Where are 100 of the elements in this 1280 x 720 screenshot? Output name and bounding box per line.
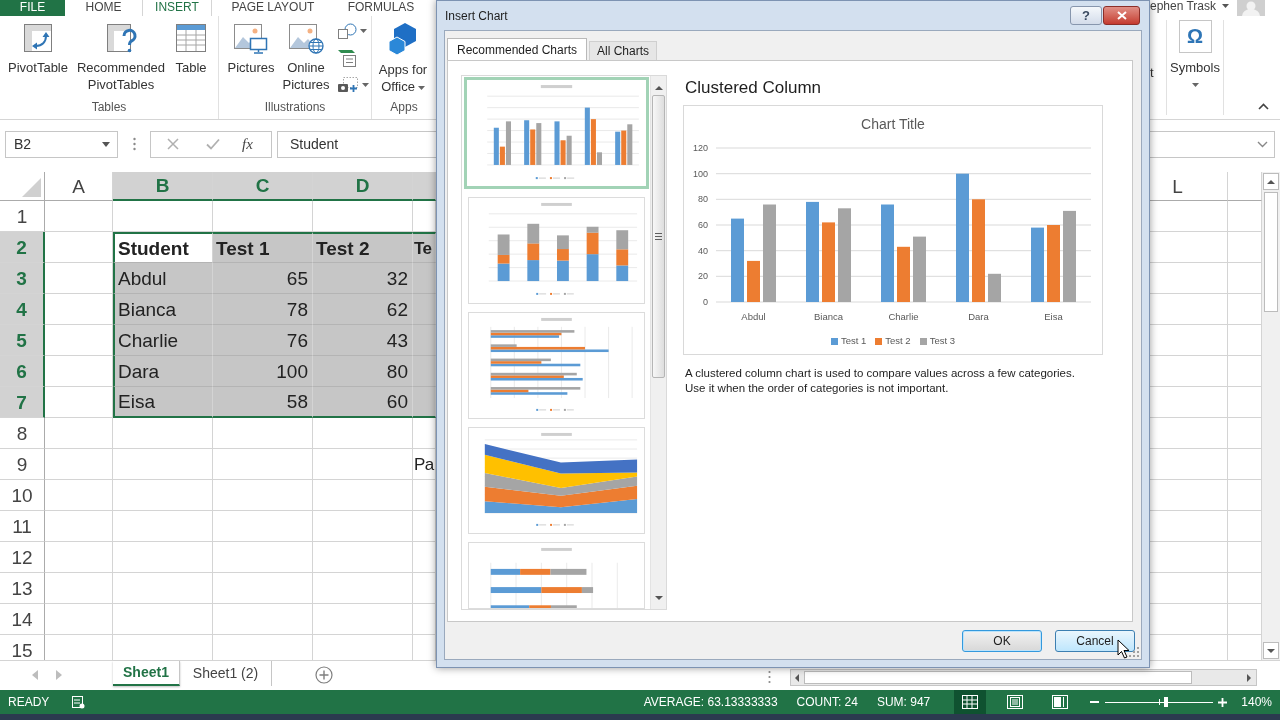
table-cell <box>45 573 113 604</box>
vertical-scrollbar[interactable] <box>1262 172 1280 660</box>
horizontal-scrollbar[interactable] <box>790 669 1257 686</box>
help-button[interactable]: ? <box>1070 6 1102 25</box>
up-arrow-icon[interactable] <box>654 86 663 90</box>
cancel-icon[interactable] <box>167 138 179 150</box>
row-header[interactable]: 10 <box>0 480 45 511</box>
up-arrow-icon[interactable] <box>1267 179 1275 184</box>
dialog-title: Insert Chart <box>445 7 508 25</box>
insert-function-button[interactable]: fx <box>242 136 253 152</box>
plus-icon[interactable] <box>1218 697 1228 707</box>
ribbon-button-label[interactable]: t <box>1150 65 1154 80</box>
description-text: A clustered column chart is used to compare values across a few categories. <box>685 366 1076 381</box>
symbols-button[interactable]: Ω Symbols <box>1167 16 1223 119</box>
down-arrow-icon[interactable] <box>1267 648 1275 653</box>
table-cell: Charlie <box>113 325 213 356</box>
chart-type-thumbnail[interactable] <box>467 542 645 609</box>
ribbon-tab[interactable]: HOME <box>65 0 142 16</box>
ribbon-button[interactable]: Table <box>170 22 212 76</box>
zoom-slider[interactable] <box>1105 696 1214 708</box>
right-arrow-icon[interactable] <box>1247 673 1251 682</box>
check-icon[interactable] <box>206 138 220 150</box>
ribbon-button[interactable]: Recommended PivotTables <box>75 22 167 93</box>
macro-icon[interactable] <box>71 695 86 709</box>
legend-label: Test 2 <box>885 333 911 348</box>
table-cell <box>45 542 113 573</box>
resize-grip-icon[interactable] <box>1129 647 1140 658</box>
scrollbar-thumb[interactable] <box>652 95 665 378</box>
sheet-tab[interactable]: Sheet1 (2) <box>180 661 272 686</box>
left-arrow-icon[interactable] <box>795 673 799 682</box>
ribbon-button[interactable]: PivotTable <box>4 22 72 76</box>
dialog-tab[interactable]: Recommended Charts <box>447 38 587 60</box>
table-cell <box>413 480 436 511</box>
zoom-level[interactable]: 140% <box>1241 693 1272 711</box>
table-cell: Pa <box>413 449 436 480</box>
ribbon-icon-button[interactable] <box>337 76 369 94</box>
table-question-icon <box>105 22 137 54</box>
user-name[interactable]: ephen Trask <box>1150 0 1217 12</box>
axis-category-label: Dara <box>968 311 989 322</box>
name-box[interactable]: B2 <box>5 130 118 158</box>
table-cell <box>45 604 113 635</box>
row-header[interactable]: 12 <box>0 542 45 573</box>
column-header[interactable] <box>413 172 436 201</box>
row-header[interactable]: 2 <box>0 232 45 263</box>
ribbon-button[interactable]: Online Pictures <box>280 22 332 93</box>
ribbon-tab[interactable]: INSERT <box>142 0 212 16</box>
table-cell: 78 <box>213 294 313 325</box>
slider-thumb[interactable] <box>1163 697 1168 707</box>
row-header[interactable]: 11 <box>0 511 45 542</box>
column-header[interactable]: L <box>1150 172 1228 201</box>
ribbon-tab[interactable]: FILE <box>0 0 65 16</box>
row-header[interactable]: 3 <box>0 263 45 294</box>
row-header[interactable]: 5 <box>0 325 45 356</box>
chart-bar <box>747 260 760 302</box>
column-header[interactable] <box>1228 172 1262 201</box>
scrollbar-thumb[interactable] <box>1264 192 1278 312</box>
ribbon-group-label: Apps <box>389 99 419 116</box>
splitter-icon[interactable] <box>768 670 771 684</box>
minus-icon[interactable] <box>1090 701 1100 703</box>
chart-type-thumbnail[interactable] <box>463 77 649 189</box>
ribbon-tab[interactable]: PAGE LAYOUT <box>212 0 334 16</box>
close-button[interactable] <box>1103 6 1140 25</box>
axis-category-label: Charlie <box>888 311 919 322</box>
row-header[interactable]: 9 <box>0 449 45 480</box>
scrollbar-thumb[interactable] <box>804 671 1192 684</box>
row-header[interactable]: 8 <box>0 418 45 449</box>
chevron-down-icon[interactable] <box>1257 140 1268 148</box>
dialog-button[interactable]: OK <box>962 630 1042 652</box>
view-button[interactable] <box>954 690 987 714</box>
chart-type-thumbnail[interactable] <box>467 197 645 304</box>
dialog-tab[interactable]: All Charts <box>589 41 657 60</box>
chart-bar <box>913 236 926 302</box>
chart-type-thumbnail[interactable] <box>467 427 645 534</box>
column-header[interactable]: A <box>45 172 113 201</box>
column-header[interactable]: C <box>213 172 313 201</box>
sheet-tab[interactable]: Sheet1 <box>113 661 180 686</box>
table-cell <box>45 232 113 263</box>
column-header[interactable]: B <box>113 172 213 201</box>
table-cell <box>45 201 113 232</box>
row-header[interactable]: 7 <box>0 387 45 418</box>
axis-category-label: Bianca <box>813 311 844 322</box>
row-header[interactable]: 14 <box>0 604 45 635</box>
axis-category-label: Abdul <box>741 311 766 322</box>
row-header[interactable]: 4 <box>0 294 45 325</box>
ribbon-button[interactable]: Apps for Office <box>375 22 431 95</box>
ribbon-button[interactable]: Pictures <box>225 22 277 76</box>
row-header[interactable]: 13 <box>0 573 45 604</box>
row-header[interactable]: 1 <box>0 201 45 232</box>
row-header[interactable]: 6 <box>0 356 45 387</box>
ribbon-tab[interactable]: FORMULAS <box>334 0 428 16</box>
down-arrow-icon[interactable] <box>654 596 663 600</box>
column-header[interactable]: D <box>313 172 413 201</box>
table-cell: 62 <box>313 294 413 325</box>
ribbon-icon-button[interactable] <box>337 22 369 40</box>
drag-handle-icon[interactable] <box>133 137 136 151</box>
chart-type-thumbnail[interactable] <box>467 312 645 419</box>
plus-circle-icon[interactable] <box>315 666 333 684</box>
vertical-scrollbar[interactable] <box>650 76 666 609</box>
caret-icon <box>102 141 110 147</box>
chevron-up-icon[interactable] <box>1258 103 1269 110</box>
